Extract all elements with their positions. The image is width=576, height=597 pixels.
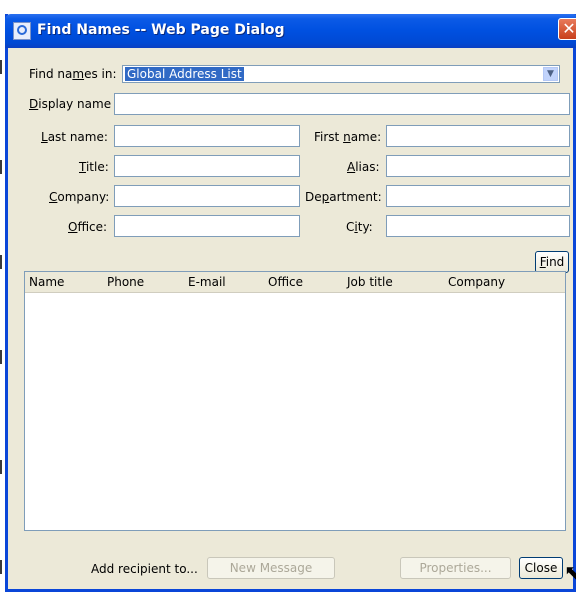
find-button[interactable]: Find — [535, 251, 569, 273]
add-recipient-label: Add recipient to... — [91, 562, 198, 576]
results-list[interactable]: Name Phone E-mail Office Job title Compa… — [24, 271, 566, 531]
find-in-label: Find names in: — [29, 67, 117, 81]
address-list-value: Global Address List — [124, 66, 245, 82]
window-title: Find Names -- Web Page Dialog — [37, 22, 285, 38]
column-office[interactable]: Office — [268, 275, 303, 289]
alias-field[interactable] — [386, 155, 570, 177]
column-phone[interactable]: Phone — [107, 275, 144, 289]
department-label: Department: — [305, 190, 382, 204]
new-message-button[interactable]: New Message — [207, 557, 335, 579]
office-field[interactable] — [114, 215, 300, 237]
title-label: Title: — [79, 160, 109, 174]
mouse-pointer-icon: ⬉ — [564, 560, 576, 584]
department-field[interactable] — [386, 185, 570, 207]
close-button[interactable]: Close — [519, 557, 563, 579]
column-email[interactable]: E-mail — [188, 275, 226, 289]
address-list-select[interactable]: Global Address List ▼ — [122, 65, 560, 83]
close-window-icon[interactable]: ✕ — [558, 18, 576, 40]
page-edge-artifacts — [0, 20, 4, 597]
alias-label: Alias: — [347, 160, 380, 174]
company-label: Company: — [49, 190, 110, 204]
city-label: City: — [346, 220, 373, 234]
first-name-field[interactable] — [386, 125, 570, 147]
column-company[interactable]: Company — [448, 275, 505, 289]
column-job-title[interactable]: Job title — [347, 275, 393, 289]
display-name-field[interactable] — [114, 93, 570, 115]
chevron-down-icon[interactable]: ▼ — [543, 67, 558, 81]
first-name-label: First name: — [314, 130, 382, 144]
last-name-field[interactable] — [114, 125, 300, 147]
city-field[interactable] — [386, 215, 570, 237]
properties-button[interactable]: Properties... — [400, 557, 511, 579]
ie-page-icon — [13, 22, 31, 40]
title-field[interactable] — [114, 155, 300, 177]
title-bar[interactable]: Find Names -- Web Page Dialog ✕ — [5, 14, 576, 48]
office-label: Office: — [68, 220, 108, 234]
results-header: Name Phone E-mail Office Job title Compa… — [25, 272, 565, 293]
display-name-label: Display name — [29, 97, 112, 111]
company-field[interactable] — [114, 185, 300, 207]
column-name[interactable]: Name — [29, 275, 64, 289]
last-name-label: Last name: — [41, 130, 108, 144]
